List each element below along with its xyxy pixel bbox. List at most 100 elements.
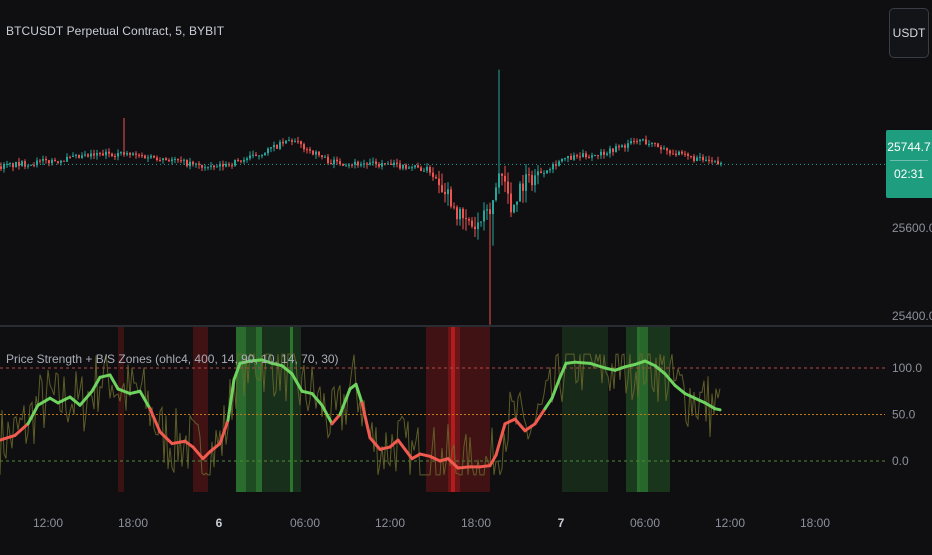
candle-body-45 — [135, 153, 137, 155]
candle-body-141 — [423, 170, 425, 172]
candle-body-27 — [81, 155, 83, 158]
candle-body-168 — [504, 175, 506, 182]
candle-body-32 — [96, 153, 98, 156]
candle-body-22 — [66, 156, 68, 162]
candle-body-63 — [189, 161, 191, 167]
candle-body-78 — [234, 159, 236, 166]
candle-body-100 — [300, 141, 302, 145]
candle-body-117 — [351, 164, 353, 166]
candle-body-232 — [696, 157, 698, 162]
price-y-axis-label-1: 25600.0 — [892, 221, 932, 235]
candle-body-199 — [597, 155, 599, 157]
candle-body-192 — [576, 155, 578, 157]
candle-body-147 — [441, 185, 443, 192]
candle-body-9 — [27, 165, 29, 167]
candle-body-35 — [105, 151, 107, 156]
candle-body-127 — [381, 163, 383, 167]
currency-button[interactable]: USDT — [889, 8, 929, 58]
candle-body-221 — [663, 148, 665, 150]
candle-body-140 — [420, 167, 422, 171]
candle-body-69 — [207, 166, 209, 168]
indicator-y-axis-label-0: 100.0 — [892, 361, 922, 375]
strength-segment-61 — [573, 360, 592, 365]
candle-body-137 — [411, 167, 413, 169]
candle-body-217 — [651, 142, 653, 144]
candle-body-166 — [498, 173, 500, 188]
chart-canvas[interactable]: 100.050.00.025800.025600.025400.012:0018… — [0, 0, 932, 550]
candle-body-23 — [69, 156, 71, 158]
candle-body-197 — [591, 155, 593, 158]
candle-body-142 — [426, 167, 428, 171]
candle-body-216 — [648, 143, 650, 145]
candle-body-95 — [285, 140, 287, 144]
candle-body-99 — [297, 141, 299, 143]
candle-body-173 — [519, 183, 521, 202]
candle-body-20 — [60, 160, 62, 163]
strength-segment-48 — [456, 465, 472, 470]
candle-body-24 — [72, 155, 74, 157]
candle-body-139 — [417, 165, 419, 168]
price-y-axis-label-2: 25400.0 — [892, 309, 932, 323]
indicator-title[interactable]: Price Strength + B/S Zones (ohlc4, 400, … — [6, 352, 339, 366]
candle-body-212 — [636, 141, 638, 143]
candle-body-28 — [84, 154, 86, 156]
time-axis-label-8: 12:00 — [715, 516, 745, 530]
candle-body-179 — [537, 171, 539, 176]
candle-body-49 — [147, 157, 149, 159]
candle-body-238 — [714, 160, 716, 162]
candle-body-146 — [438, 178, 440, 186]
candle-body-30 — [90, 153, 92, 157]
candle-body-235 — [705, 159, 707, 161]
candle-body-56 — [168, 160, 170, 162]
last-price-value: 25744.7 — [887, 140, 931, 154]
candle-body-94 — [282, 141, 284, 144]
candle-body-225 — [675, 153, 677, 156]
candle-body-170 — [510, 193, 512, 213]
candle-body-227 — [681, 151, 683, 154]
candle-body-201 — [603, 151, 605, 155]
candle-body-74 — [222, 163, 224, 167]
candle-body-52 — [156, 157, 158, 161]
candle-body-116 — [348, 164, 350, 166]
candle-body-165 — [495, 187, 497, 201]
candle-body-85 — [255, 154, 257, 156]
candle-body-154 — [462, 208, 464, 219]
candle-body-222 — [666, 148, 668, 151]
chart-root[interactable]: 100.050.00.025800.025600.025400.012:0018… — [0, 0, 932, 550]
candle-body-174 — [522, 183, 524, 191]
candle-body-118 — [354, 161, 356, 165]
candle-body-190 — [570, 156, 572, 160]
time-axis-label-9: 18:00 — [800, 516, 830, 530]
candle-body-53 — [159, 160, 161, 162]
indicator-y-axis-label-2: 0.0 — [892, 454, 909, 468]
candle-body-16 — [48, 160, 50, 164]
candle-body-96 — [288, 140, 290, 142]
candle-body-208 — [624, 145, 626, 148]
candle-body-46 — [138, 154, 140, 156]
candle-body-14 — [42, 158, 44, 161]
candle-body-103 — [309, 149, 311, 151]
symbol-title[interactable]: BTCUSDT Perpetual Contract, 5, BYBIT — [6, 24, 224, 38]
candle-body-47 — [141, 155, 143, 157]
candle-body-155 — [465, 218, 467, 220]
candle-body-83 — [249, 155, 251, 159]
candle-body-25 — [75, 154, 77, 156]
candle-body-101 — [303, 144, 305, 150]
candle-body-87 — [261, 155, 263, 157]
candle-body-138 — [414, 165, 416, 168]
candle-body-152 — [456, 207, 458, 220]
candle-body-189 — [567, 156, 569, 159]
candle-body-37 — [111, 153, 113, 157]
buy-zone-11 — [562, 327, 608, 492]
candle-body-44 — [132, 153, 134, 155]
candle-body-86 — [258, 155, 260, 157]
candle-body-106 — [318, 151, 320, 156]
candle-body-42 — [126, 153, 128, 155]
candle-body-196 — [588, 157, 590, 159]
candle-body-88 — [264, 153, 266, 156]
candle-body-203 — [609, 148, 611, 154]
candle-body-132 — [396, 162, 398, 164]
candle-body-80 — [240, 160, 242, 162]
candle-body-209 — [627, 143, 629, 148]
candle-body-176 — [528, 174, 530, 176]
